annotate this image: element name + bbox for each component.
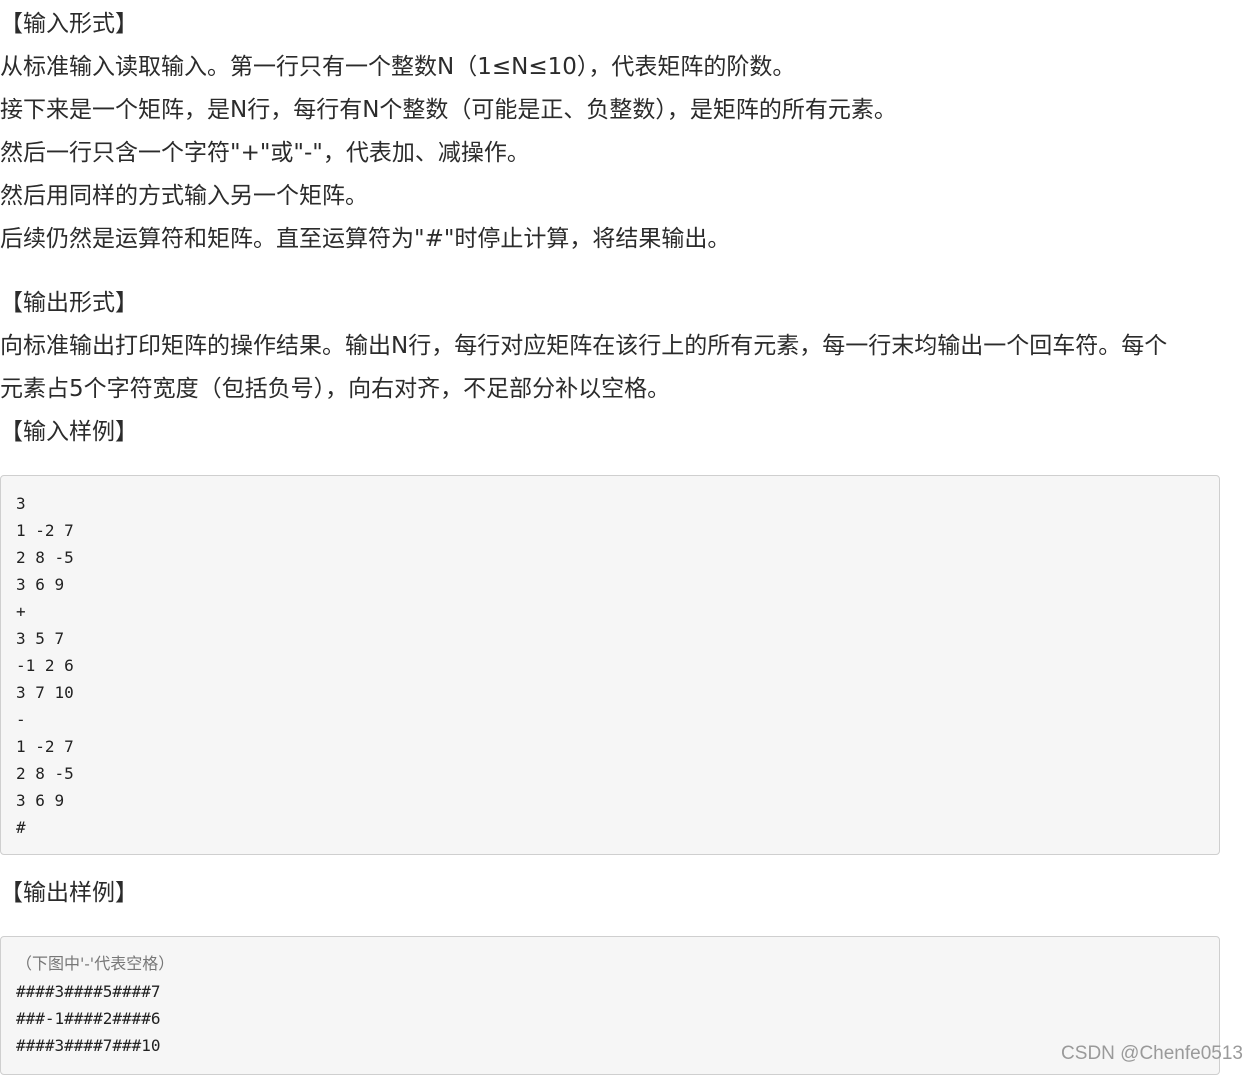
code-line: 3 7 10 [16,683,74,702]
code-line: # [16,818,26,837]
input-sample-heading: 【输入样例】 [0,419,138,445]
code-line: ####3####5####7 [16,982,161,1001]
code-line: 2 8 -5 [16,548,74,567]
code-line: 2 8 -5 [16,764,74,783]
code-line: + [16,602,26,621]
input-sample-code-block: 3 1 -2 7 2 8 -5 3 6 9 + 3 5 7 -1 2 6 3 7… [0,475,1220,855]
code-line: 3 5 7 [16,629,65,648]
input-format-line: 后续仍然是运算符和矩阵。直至运算符为"#"时停止计算，将结果输出。 [0,226,731,252]
output-format-line: 向标准输出打印矩阵的操作结果。输出N行，每行对应矩阵在该行上的所有元素，每一行末… [0,333,1168,359]
output-format-line: 元素占5个字符宽度（包括负号），向右对齐，不足部分补以空格。 [0,376,671,402]
code-line: - [16,710,26,729]
input-format-line: 然后用同样的方式输入另一个矩阵。 [0,183,368,209]
input-format-heading: 【输入形式】 [0,11,138,37]
input-format-line: 接下来是一个矩阵，是N行，每行有N个整数（可能是正、负整数），是矩阵的所有元素。 [0,97,897,123]
code-line: 1 -2 7 [16,737,74,756]
output-sample-code-block: （下图中'-'代表空格） ####3####5####7 ###-1####2#… [0,936,1220,1075]
code-line: 3 6 9 [16,791,65,810]
code-line: 3 [16,494,26,513]
code-line: -1 2 6 [16,656,74,675]
code-line: ###-1####2####6 [16,1009,161,1028]
output-sample-heading: 【输出样例】 [0,880,138,906]
code-line: ####3####7###10 [16,1036,161,1055]
code-line: 3 6 9 [16,575,65,594]
csdn-watermark: CSDN @Chenfe0513 [1061,1043,1243,1064]
output-sample-note: （下图中'-'代表空格） [16,954,175,973]
output-format-heading: 【输出形式】 [0,290,138,316]
code-line: 1 -2 7 [16,521,74,540]
input-format-line: 从标准输入读取输入。第一行只有一个整数N（1≤N≤10），代表矩阵的阶数。 [0,54,796,80]
input-format-line: 然后一行只含一个字符"+"或"-"，代表加、减操作。 [0,140,530,166]
